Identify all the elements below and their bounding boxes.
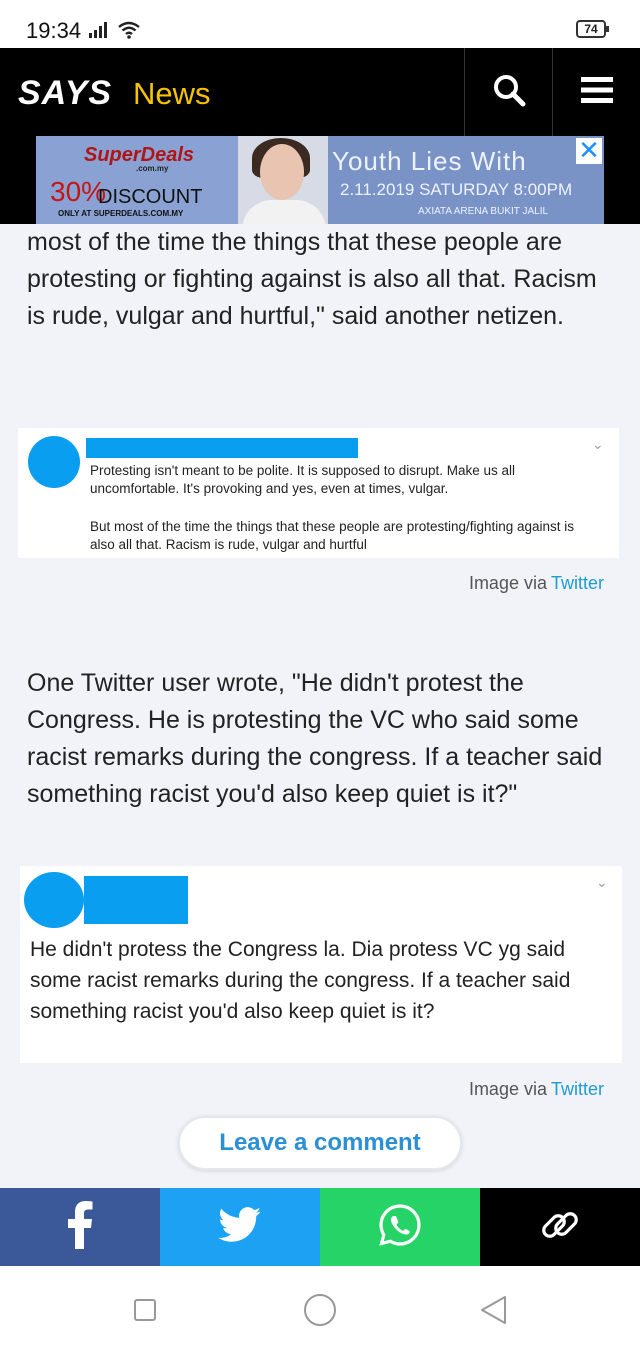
image-credit-label: Image via [468, 1079, 547, 1099]
says-logo[interactable]: SAYS [18, 74, 112, 113]
ad-brand-sub: .com.my [136, 164, 169, 173]
ad-superdeals-panel: SuperDeals .com.my 30% DISCOUNT ONLY AT … [36, 136, 238, 224]
home-icon[interactable] [304, 1294, 336, 1326]
ad-discount-label: DISCOUNT [98, 186, 203, 208]
image-credit-source-link[interactable]: Twitter [551, 1079, 604, 1099]
chevron-down-icon: ⌄ [596, 874, 608, 890]
menu-button[interactable] [552, 48, 640, 136]
section-title[interactable]: News [133, 76, 211, 112]
image-credit: Image via Twitter [469, 1079, 604, 1100]
share-facebook-button[interactable] [0, 1188, 160, 1266]
status-bar: 19:34 74 [0, 0, 640, 48]
share-whatsapp-button[interactable] [320, 1188, 480, 1266]
image-credit-source-link[interactable]: Twitter [551, 573, 604, 593]
share-twitter-button[interactable] [160, 1188, 320, 1266]
chevron-down-icon: ⌄ [592, 436, 604, 452]
ad-event-venue: AXIATA ARENA BUKIT JALIL [418, 206, 549, 217]
avatar [24, 872, 84, 928]
wifi-icon [117, 20, 141, 45]
tweet-text: He didn't protess the Congress la. Dia p… [30, 938, 571, 1023]
twitter-icon [218, 1206, 262, 1248]
site-header: SAYS News [0, 48, 640, 136]
avatar [28, 436, 80, 488]
tweet-text: Protesting isn't meant to be polite. It … [90, 463, 516, 496]
redacted-username [84, 876, 188, 924]
tweet-embed-image: ⌄ Protesting isn't meant to be polite. I… [18, 428, 619, 558]
hamburger-icon [581, 76, 613, 109]
whatsapp-icon [378, 1203, 422, 1252]
battery-indicator: 74 [576, 20, 609, 38]
back-icon[interactable] [478, 1294, 508, 1331]
image-credit-label: Image via [468, 573, 547, 593]
image-credit: Image via Twitter [469, 573, 604, 594]
tweet-embed-image: ⌄ He didn't protess the Congress la. Dia… [20, 866, 622, 1063]
search-icon [492, 73, 526, 112]
share-bar [0, 1188, 640, 1266]
search-button[interactable] [464, 48, 553, 136]
article-paragraph: most of the time the things that these p… [27, 228, 597, 330]
ad-bar: SuperDeals .com.my 30% DISCOUNT ONLY AT … [0, 136, 640, 224]
ad-only-at: ONLY AT SUPERDEALS.COM.MY [58, 209, 184, 218]
ad-event-title: Youth Lies With [332, 146, 527, 176]
signal-icon [89, 22, 111, 43]
leave-comment-button[interactable]: Leave a comment [178, 1116, 462, 1170]
tweet-text: But most of the time the things that the… [90, 519, 575, 552]
ad-close-icon[interactable]: ✕ [576, 137, 602, 164]
ad-event-date: 2.11.2019 SATURDAY 8:00PM [340, 180, 573, 199]
recent-apps-icon[interactable] [134, 1299, 156, 1321]
article-paragraph: One Twitter user wrote, "He didn't prote… [27, 669, 603, 808]
copy-link-button[interactable] [480, 1188, 640, 1266]
link-icon [538, 1203, 582, 1252]
ad-banner[interactable]: SuperDeals .com.my 30% DISCOUNT ONLY AT … [36, 136, 604, 224]
redacted-username [86, 438, 358, 458]
ad-photo [238, 136, 328, 224]
status-time: 19:34 [26, 18, 82, 43]
facebook-icon [67, 1200, 93, 1254]
system-nav-bar [0, 1266, 640, 1351]
